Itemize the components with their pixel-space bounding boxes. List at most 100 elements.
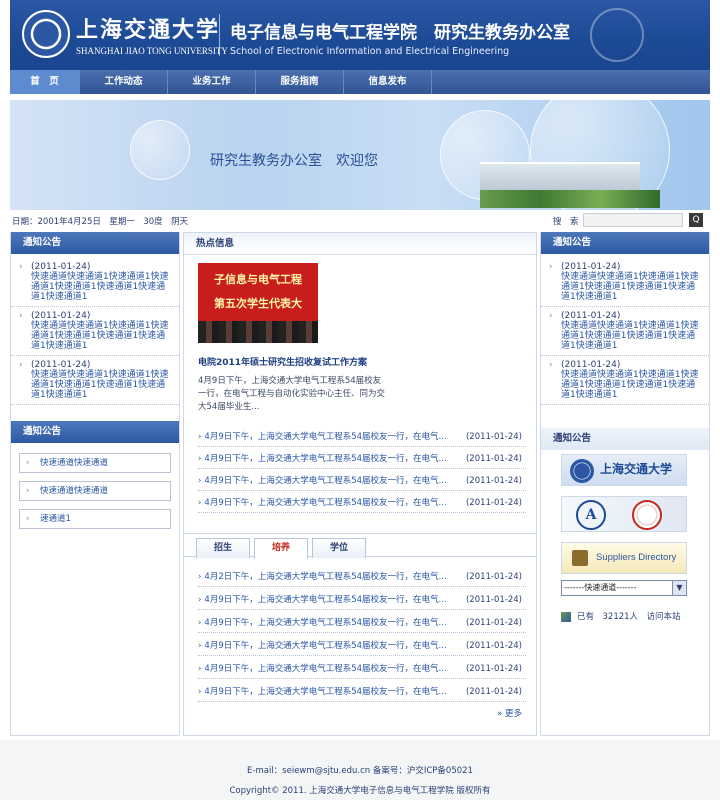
feature-title-link[interactable]: 电院2011年硕士研究生招收复试工作方案 [198,355,367,368]
nav-item-home[interactable]: 首 页 [10,70,80,94]
notice-date: (2011-01-24) [561,262,621,272]
arrow-icon: › [198,476,202,486]
news-text[interactable]: 4月9日下午，上海交通大学电气工程系54届校友一行，在电气... [204,687,446,697]
middle-column: 热点信息 子信息与电气工程 第五次学生代表大 电院2011年硕士研究生招收复试工… [183,232,537,736]
nav-item-business[interactable]: 业务工作 [168,70,256,94]
sjtu-banner-text: 上海交通大学 [600,462,673,476]
notice-date: (2011-01-24) [31,262,91,272]
nav-item-service-guide[interactable]: 服务指南 [256,70,344,94]
arrow-icon: › [198,498,202,508]
tab-news-item[interactable]: › 4月2日下午，上海交通大学电气工程系54届校友一行，在电气... (2011-0… [198,567,526,587]
notice-item[interactable]: › (2011-01-24) 快速通道快速通道1快速通道1快速通道1快速通道1快… [11,307,179,356]
tab-news-item[interactable]: › 4月9日下午，上海交通大学电气工程系54届校友一行，在电气... (2011-0… [198,613,526,633]
news-item[interactable]: › 4月9日下午，上海交通大学电气工程系54届校友一行，在电气... (2011-0… [198,449,526,469]
right-column: 通知公告 › (2011-01-24) 快速通道快速通道1快速通道1快速通道1快… [540,232,710,736]
news-item[interactable]: › 4月9日下午，上海交通大学电气工程系54届校友一行，在电气... (2011-0… [198,427,526,447]
chevron-down-icon[interactable]: ▼ [672,581,686,595]
partner-seals-banner[interactable]: A [561,496,687,532]
notice-item[interactable]: › (2011-01-24) 快速通道快速通道1快速通道1快速通道1快速通道1快… [541,356,709,405]
news-date: (2011-01-24) [465,498,522,508]
notice-text[interactable]: 快速通道快速通道1快速通道1快速通道1快速通道1快速通道1快速通道1快速通道1 [31,370,171,400]
news-date: (2011-01-24) [465,641,522,651]
news-date: (2011-01-24) [465,476,522,486]
arrow-icon: › [198,641,202,651]
feature-image-banner-line: 子信息与电气工程 [214,273,302,286]
quick-link[interactable]: › 速通道1 [19,509,171,529]
news-item[interactable]: › 4月9日下午，上海交通大学电气工程系54届校友一行，在电气... (2011-0… [198,493,526,513]
visit-counter: 已有 32121人 访问本站 [561,610,681,622]
logo-chinese[interactable]: 上海交通大学 [76,12,220,44]
tab-training[interactable]: 培养 [254,538,308,559]
arrow-icon: › [198,432,202,442]
hot-info-header: 热点信息 [184,233,536,255]
right-notice-header: 通知公告 [541,232,709,254]
footer-copyright: Copyright© 2011. 上海交通大学电子信息与电气工程学院 版权所有 [229,786,491,796]
notice-item[interactable]: › (2011-01-24) 快速通道快速通道1快速通道1快速通道1快速通道1快… [541,307,709,356]
friend-links-select[interactable]: -------快速通道------- ▼ [561,580,687,596]
tab-news-item[interactable]: › 4月9日下午，上海交通大学电气工程系54届校友一行，在电气... (2011-0… [198,682,526,702]
news-date: (2011-01-24) [465,687,522,697]
news-text[interactable]: 4月9日下午，上海交通大学电气工程系54届校友一行，在电气... [204,498,446,508]
notice-text[interactable]: 快速通道快速通道1快速通道1快速通道1快速通道1快速通道1快速通道1快速通道1 [561,272,701,302]
banner-welcome-text: 研究生教务办公室 欢迎您 [210,153,378,169]
arrow-icon: › [198,618,202,628]
notice-text[interactable]: 快速通道快速通道1快速通道1快速通道1快速通道1快速通道1快速通道1快速通道1 [561,321,701,351]
arrow-icon: › [26,458,30,468]
notice-date: (2011-01-24) [561,360,621,370]
quick-link[interactable]: › 快速通道快速通道 [19,453,171,473]
header-divider [219,14,220,56]
news-text[interactable]: 4月9日下午，上海交通大学电气工程系54届校友一行，在电气... [204,476,446,486]
notice-item[interactable]: › (2011-01-24) 快速通道快速通道1快速通道1快速通道1快速通道1快… [11,356,179,405]
quick-link[interactable]: › 快速通道快速通道 [19,481,171,501]
search-button[interactable]: Q [689,213,703,227]
search-input[interactable] [583,213,683,227]
tab-news-item[interactable]: › 4月9日下午，上海交通大学电气工程系54届校友一行，在电气... (2011-0… [198,590,526,610]
banner-trees-image [480,190,660,208]
feature-image[interactable]: 子信息与电气工程 第五次学生代表大 [198,263,318,343]
notice-item[interactable]: › (2011-01-24) 快速通道快速通道1快速通道1快速通道1快速通道1快… [11,258,179,307]
nav-item-info-release[interactable]: 信息发布 [344,70,432,94]
arrow-icon: › [198,687,202,697]
arrow-icon: › [198,454,202,464]
sjtu-link-banner[interactable]: 上海交通大学 [561,454,687,486]
quick-link-label: 速通道1 [40,514,71,524]
header-emblem-icon [590,8,644,62]
news-date: (2011-01-24) [465,618,522,628]
main-nav: 首 页 工作动态 业务工作 服务指南 信息发布 [10,70,710,94]
search-label: 搜 索 [553,217,579,227]
news-text[interactable]: 4月9日下午，上海交通大学电气工程系54届校友一行，在电气... [204,454,446,464]
notice-text[interactable]: 快速通道快速通道1快速通道1快速通道1快速通道1快速通道1快速通道1快速通道1 [31,321,171,351]
nav-item-work-news[interactable]: 工作动态 [80,70,168,94]
notice-date: (2011-01-24) [31,311,91,321]
notice-date: (2011-01-24) [561,311,621,321]
header-subtitle: School of Electronic Information and Ele… [230,46,510,57]
partner-seal-icon: A [576,500,606,530]
left-column: 通知公告 › (2011-01-24) 快速通道快速通道1快速通道1快速通道1快… [10,232,180,736]
tab-degree[interactable]: 学位 [312,538,366,558]
sjtu-seal-icon[interactable] [22,10,70,58]
left-notice-header: 通知公告 [11,232,179,254]
suppliers-icon [572,550,588,566]
news-item[interactable]: › 4月9日下午，上海交通大学电气工程系54届校友一行，在电气... (2011-0… [198,471,526,491]
news-text[interactable]: 4月9日下午，上海交通大学电气工程系54届校友一行，在电气... [204,664,446,674]
notice-date: (2011-01-24) [31,360,91,370]
footer-contact: E-mail：seiewm@sjtu.edu.cn 备案号：沪交ICP备0502… [247,766,473,776]
more-link[interactable]: » 更多 [497,707,522,719]
logo-english[interactable]: SHANGHAI JIAO TONG UNIVERSITY [76,46,228,56]
notice-text[interactable]: 快速通道快速通道1快速通道1快速通道1快速通道1快速通道1快速通道1快速通道1 [561,370,701,400]
notice-item[interactable]: › (2011-01-24) 快速通道快速通道1快速通道1快速通道1快速通道1快… [541,258,709,307]
partner-seal-red-icon [632,500,662,530]
suppliers-directory-banner[interactable]: Suppliers Directory [561,542,687,574]
news-text[interactable]: 4月2日下午，上海交通大学电气工程系54届校友一行，在电气... [204,572,446,582]
notice-text[interactable]: 快速通道快速通道1快速通道1快速通道1快速通道1快速通道1快速通道1快速通道1 [31,272,171,302]
news-text[interactable]: 4月9日下午，上海交通大学电气工程系54届校友一行，在电气... [204,595,446,605]
news-text[interactable]: 4月9日下午，上海交通大学电气工程系54届校友一行，在电气... [204,618,446,628]
tab-news-item[interactable]: › 4月9日下午，上海交通大学电气工程系54届校友一行，在电气... (2011-0… [198,636,526,656]
news-text[interactable]: 4月9日下午，上海交通大学电气工程系54届校友一行，在电气... [204,432,446,442]
banner: 研究生教务办公室 欢迎您 [10,100,710,210]
tab-news-item[interactable]: › 4月9日下午，上海交通大学电气工程系54届校友一行，在电气... (2011-0… [198,659,526,679]
arrow-icon: › [198,595,202,605]
sjtu-seal-icon [570,459,594,483]
tab-admissions[interactable]: 招生 [196,538,250,558]
news-text[interactable]: 4月9日下午，上海交通大学电气工程系54届校友一行，在电气... [204,641,446,651]
